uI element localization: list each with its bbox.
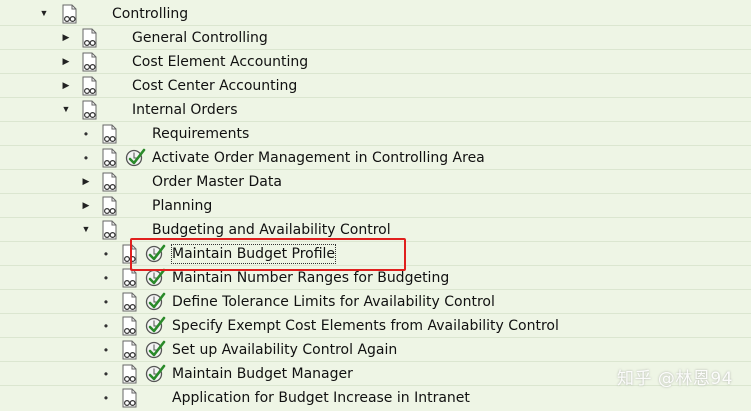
- triangle-down-icon[interactable]: ▼: [60, 103, 72, 115]
- tree-item-label[interactable]: Cost Center Accounting: [132, 77, 297, 95]
- tree-item-label[interactable]: Maintain Number Ranges for Budgeting: [172, 269, 449, 287]
- tree-row-define-tolerance-limits[interactable]: • Define Tolerance Limits for Availabili…: [0, 290, 751, 314]
- triangle-right-icon[interactable]: ▶: [60, 79, 72, 91]
- bullet-dot-icon: •: [103, 295, 109, 309]
- tree-row-application-budget-increase[interactable]: • Application for Budget Increase in Int…: [0, 386, 751, 410]
- documentation-glasses-icon[interactable]: [100, 172, 120, 192]
- documentation-glasses-icon[interactable]: [80, 28, 100, 48]
- execute-checkmark-clock-icon[interactable]: [144, 291, 166, 313]
- triangle-right-icon[interactable]: ▶: [80, 175, 92, 187]
- triangle-right-icon[interactable]: ▶: [60, 55, 72, 67]
- watermark: 知乎 @林恩94: [616, 369, 733, 389]
- documentation-glasses-icon[interactable]: [120, 292, 140, 312]
- tree-row-activate-order-management[interactable]: • Activate Order Management in Controlli…: [0, 146, 751, 170]
- bullet-dot-icon: •: [103, 271, 109, 285]
- triangle-right-icon[interactable]: ▶: [60, 31, 72, 43]
- bullet-dot-icon: •: [103, 391, 109, 405]
- tree-item-label[interactable]: Set up Availability Control Again: [172, 341, 397, 359]
- tree-row-cost-element-accounting[interactable]: ▶ Cost Element Accounting: [0, 50, 751, 74]
- tree-item-label[interactable]: Requirements: [152, 125, 249, 143]
- tree-row-internal-orders[interactable]: ▼ Internal Orders: [0, 98, 751, 122]
- documentation-glasses-icon[interactable]: [100, 220, 120, 240]
- documentation-glasses-icon[interactable]: [120, 340, 140, 360]
- documentation-glasses-icon[interactable]: [60, 4, 80, 24]
- tree-item-label[interactable]: Cost Element Accounting: [132, 53, 308, 71]
- tree-item-label[interactable]: Internal Orders: [132, 101, 238, 119]
- documentation-glasses-icon[interactable]: [80, 76, 100, 96]
- documentation-glasses-icon[interactable]: [80, 100, 100, 120]
- execute-checkmark-clock-icon[interactable]: [124, 147, 146, 169]
- documentation-glasses-icon[interactable]: [100, 196, 120, 216]
- bullet-dot-icon: •: [83, 127, 89, 141]
- triangle-right-icon[interactable]: ▶: [80, 199, 92, 211]
- tree-row-requirements[interactable]: • Requirements: [0, 122, 751, 146]
- tree-item-label[interactable]: Activate Order Management in Controlling…: [152, 149, 485, 167]
- tree-item-label[interactable]: Order Master Data: [152, 173, 282, 191]
- tree-row-specify-exempt-cost-elements[interactable]: • Specify Exempt Cost Elements from Avai…: [0, 314, 751, 338]
- documentation-glasses-icon[interactable]: [120, 388, 140, 408]
- documentation-glasses-icon[interactable]: [100, 148, 120, 168]
- tree-item-label[interactable]: Controlling: [112, 5, 188, 23]
- tree-item-label[interactable]: Application for Budget Increase in Intra…: [172, 389, 470, 407]
- bullet-dot-icon: •: [103, 343, 109, 357]
- triangle-down-icon[interactable]: ▼: [38, 7, 50, 19]
- execute-checkmark-clock-icon[interactable]: [144, 315, 166, 337]
- img-tree: ▼ Controlling ▶ General Controlling ▶ Co…: [0, 0, 751, 408]
- tree-row-cost-center-accounting[interactable]: ▶ Cost Center Accounting: [0, 74, 751, 98]
- tree-item-label[interactable]: Planning: [152, 197, 212, 215]
- documentation-glasses-icon[interactable]: [100, 124, 120, 144]
- documentation-glasses-icon[interactable]: [120, 316, 140, 336]
- documentation-glasses-icon[interactable]: [120, 268, 140, 288]
- tree-item-label[interactable]: Define Tolerance Limits for Availability…: [172, 293, 495, 311]
- execute-checkmark-clock-icon[interactable]: [144, 363, 166, 385]
- tree-row-set-up-availability-control[interactable]: • Set up Availability Control Again: [0, 338, 751, 362]
- bullet-dot-icon: •: [103, 319, 109, 333]
- tree-row-planning[interactable]: ▶ Planning: [0, 194, 751, 218]
- triangle-down-icon[interactable]: ▼: [80, 223, 92, 235]
- tree-item-label[interactable]: General Controlling: [132, 29, 268, 47]
- tree-item-label[interactable]: Maintain Budget Manager: [172, 365, 353, 383]
- tree-row-order-master-data[interactable]: ▶ Order Master Data: [0, 170, 751, 194]
- tree-item-label[interactable]: Specify Exempt Cost Elements from Availa…: [172, 317, 559, 335]
- execute-checkmark-clock-icon[interactable]: [144, 339, 166, 361]
- documentation-glasses-icon[interactable]: [120, 364, 140, 384]
- bullet-dot-icon: •: [103, 247, 109, 261]
- documentation-glasses-icon[interactable]: [80, 52, 100, 72]
- bullet-dot-icon: •: [103, 367, 109, 381]
- tree-item-label[interactable]: Budgeting and Availability Control: [152, 221, 391, 239]
- tree-row-controlling[interactable]: ▼ Controlling: [0, 2, 751, 26]
- tree-row-general-controlling[interactable]: ▶ General Controlling: [0, 26, 751, 50]
- bullet-dot-icon: •: [83, 151, 89, 165]
- highlight-box: [130, 238, 406, 271]
